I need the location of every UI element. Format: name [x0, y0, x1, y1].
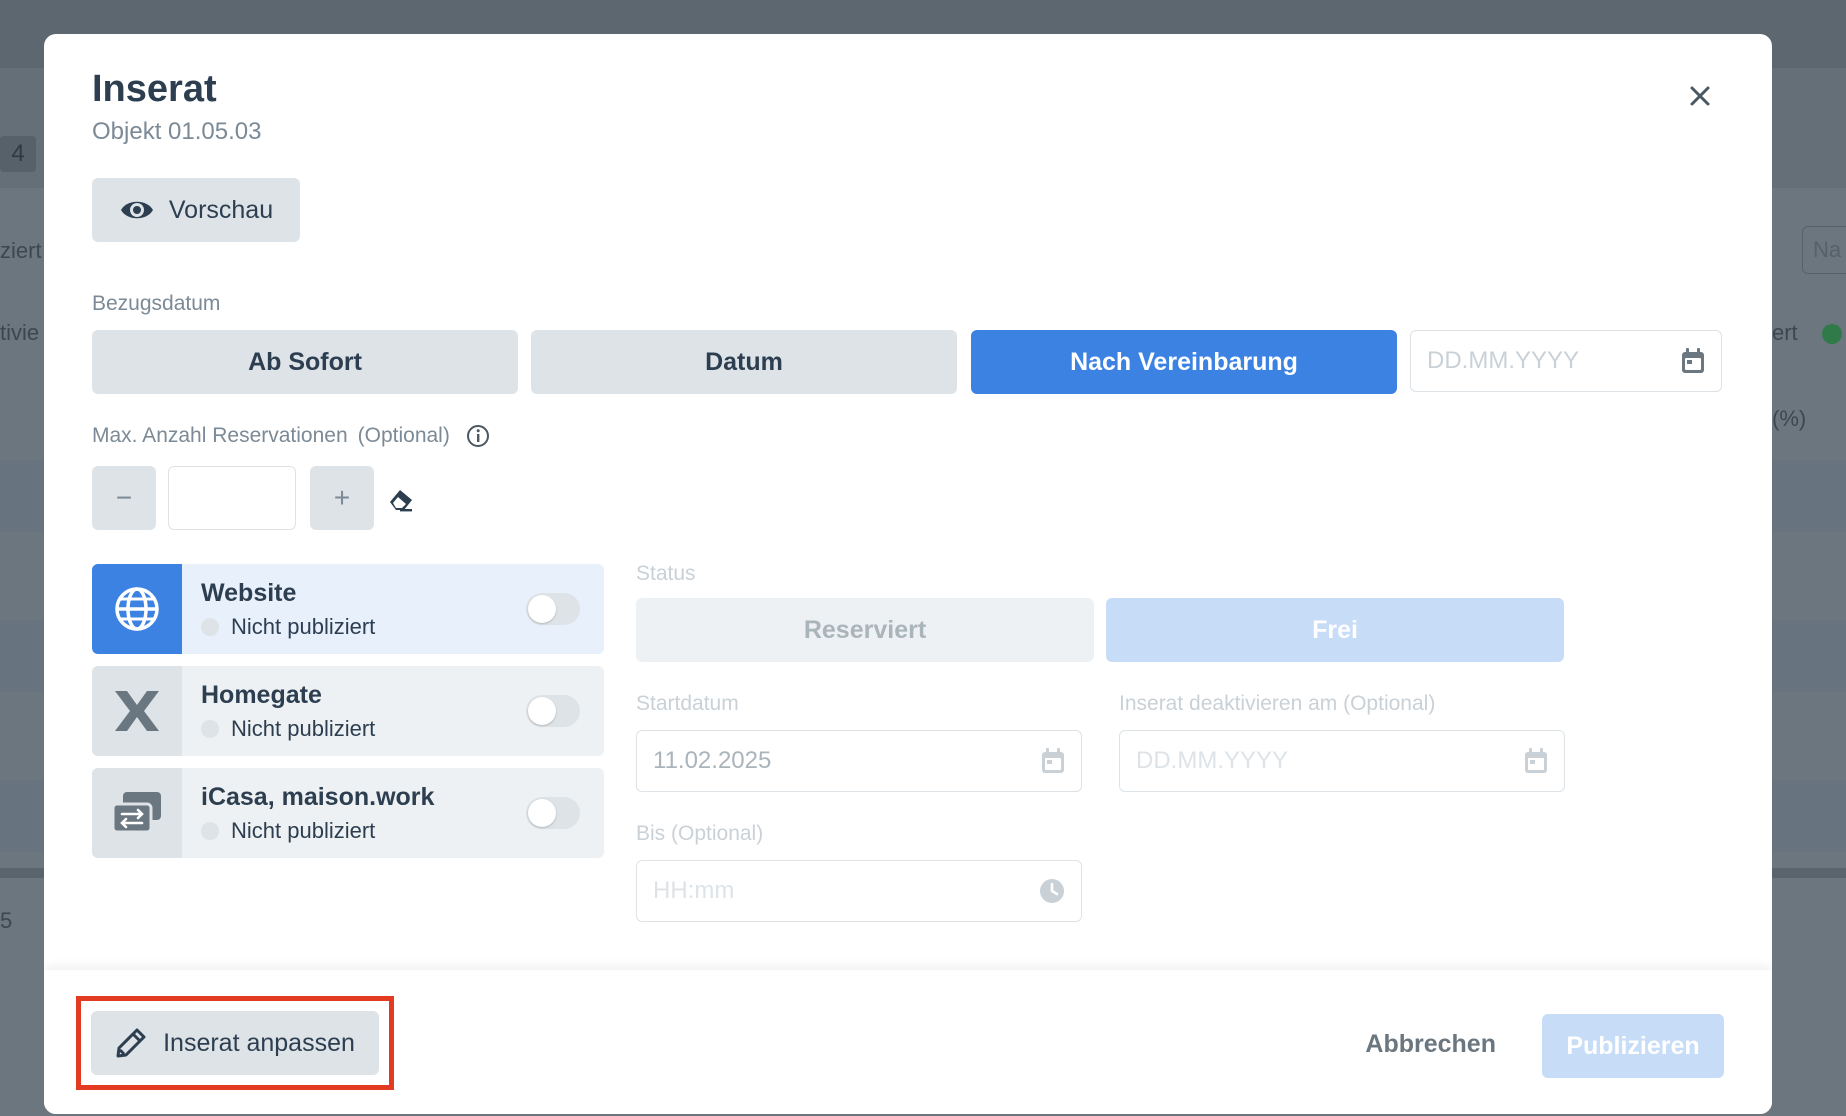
background-text: 5 — [0, 908, 13, 933]
until-time-placeholder: HH:mm — [653, 877, 735, 904]
until-time-input[interactable]: HH:mm — [636, 860, 1082, 922]
status-option-reserviert[interactable]: Reserviert — [636, 598, 1094, 662]
background-text: (%) — [1772, 406, 1807, 431]
clock-icon — [1040, 879, 1064, 903]
channel-status: Nicht publiziert — [201, 818, 526, 844]
optional-text: (Optional) — [357, 424, 450, 447]
dialog-subtitle: Objekt 01.05.03 — [92, 118, 262, 145]
calendar-icon — [1525, 748, 1547, 773]
publish-button[interactable]: Publizieren — [1542, 1014, 1724, 1078]
status-label: Status — [636, 562, 696, 585]
startdatum-label: Startdatum — [636, 692, 739, 715]
startdatum-value: 11.02.2025 — [653, 747, 772, 774]
close-button[interactable] — [1682, 78, 1718, 114]
calendar-icon — [1042, 748, 1064, 773]
background-text: ert — [1772, 320, 1798, 345]
homegate-logo-icon — [115, 691, 159, 731]
calendar-icon — [1682, 348, 1704, 373]
background-text: ziert — [0, 238, 42, 263]
status-dot-icon — [201, 617, 219, 636]
highlight-frame: Inserat anpassen — [76, 996, 394, 1090]
status-option-frei[interactable]: Frei — [1106, 598, 1564, 662]
bezug-option-ab-sofort[interactable]: Ab Sofort — [92, 330, 518, 394]
channel-status-text: Nicht publiziert — [231, 817, 376, 843]
deactivate-date-label: Inserat deaktivieren am (Optional) — [1119, 692, 1436, 715]
max-reservations-label: Max. Anzahl Reservationen (Optional) — [92, 424, 490, 448]
channel-icasa-icon-box — [92, 768, 182, 858]
status-dot-icon — [201, 719, 219, 738]
channel-website-toggle[interactable] — [526, 593, 580, 625]
background-badge: 4 — [0, 136, 36, 172]
close-icon — [1690, 86, 1710, 106]
deactivate-date-placeholder: DD.MM.YYYY — [1136, 747, 1289, 774]
inserat-dialog: Inserat Objekt 01.05.03 Vorschau Bezugsd… — [44, 34, 1772, 1114]
bezugsdatum-date-input[interactable]: DD.MM.YYYY — [1410, 330, 1722, 392]
edit-inserat-label: Inserat anpassen — [163, 1028, 355, 1057]
exchange-cards-icon — [111, 792, 161, 834]
edit-inserat-button[interactable]: Inserat anpassen — [91, 1011, 379, 1075]
channel-name: Homegate — [201, 680, 322, 709]
bezugsdatum-label: Bezugsdatum — [92, 292, 221, 315]
date-placeholder: DD.MM.YYYY — [1427, 347, 1580, 374]
eye-icon — [120, 201, 153, 219]
channel-website[interactable]: Website Nicht publiziert — [92, 564, 604, 654]
channel-status: Nicht publiziert — [201, 614, 526, 640]
channel-homegate-toggle[interactable] — [526, 695, 580, 727]
channel-name: Website — [201, 578, 297, 607]
channel-name: iCasa, maison.work — [201, 782, 435, 811]
dialog-footer: Inserat anpassen Abbrechen Publizieren — [44, 970, 1772, 1114]
dialog-title: Inserat — [92, 68, 217, 110]
info-icon[interactable] — [466, 424, 490, 448]
globe-icon — [115, 587, 159, 631]
channel-homegate[interactable]: Homegate Nicht publiziert — [92, 666, 604, 756]
decrement-button[interactable]: − — [92, 466, 156, 530]
preview-label: Vorschau — [168, 195, 274, 224]
status-dot-icon — [201, 821, 219, 840]
eraser-icon[interactable] — [386, 484, 416, 514]
channel-icasa-toggle[interactable] — [526, 797, 580, 829]
increment-button[interactable]: + — [310, 466, 374, 530]
channel-website-icon-box — [92, 564, 182, 654]
preview-button[interactable]: Vorschau — [92, 178, 300, 242]
channel-status-text: Nicht publiziert — [231, 613, 376, 639]
cancel-button[interactable]: Abbrechen — [1365, 1016, 1496, 1072]
deactivate-date-input[interactable]: DD.MM.YYYY — [1119, 730, 1565, 792]
pencil-icon — [116, 1028, 146, 1058]
channel-homegate-icon-box — [92, 666, 182, 756]
startdatum-input[interactable]: 11.02.2025 — [636, 730, 1082, 792]
channel-status-text: Nicht publiziert — [231, 715, 376, 741]
bezug-option-nach-vereinbarung[interactable]: Nach Vereinbarung — [971, 330, 1397, 394]
bezug-option-datum[interactable]: Datum — [531, 330, 957, 394]
background-text: tivie — [0, 320, 40, 345]
until-time-label: Bis (Optional) — [636, 822, 764, 845]
max-reservations-input[interactable] — [168, 466, 296, 530]
max-reservations-text: Max. Anzahl Reservationen — [92, 424, 348, 447]
background-status-dot — [1822, 324, 1842, 344]
background-input: Na — [1802, 226, 1846, 274]
channel-icasa[interactable]: iCasa, maison.work Nicht publiziert — [92, 768, 604, 858]
channel-status: Nicht publiziert — [201, 716, 526, 742]
